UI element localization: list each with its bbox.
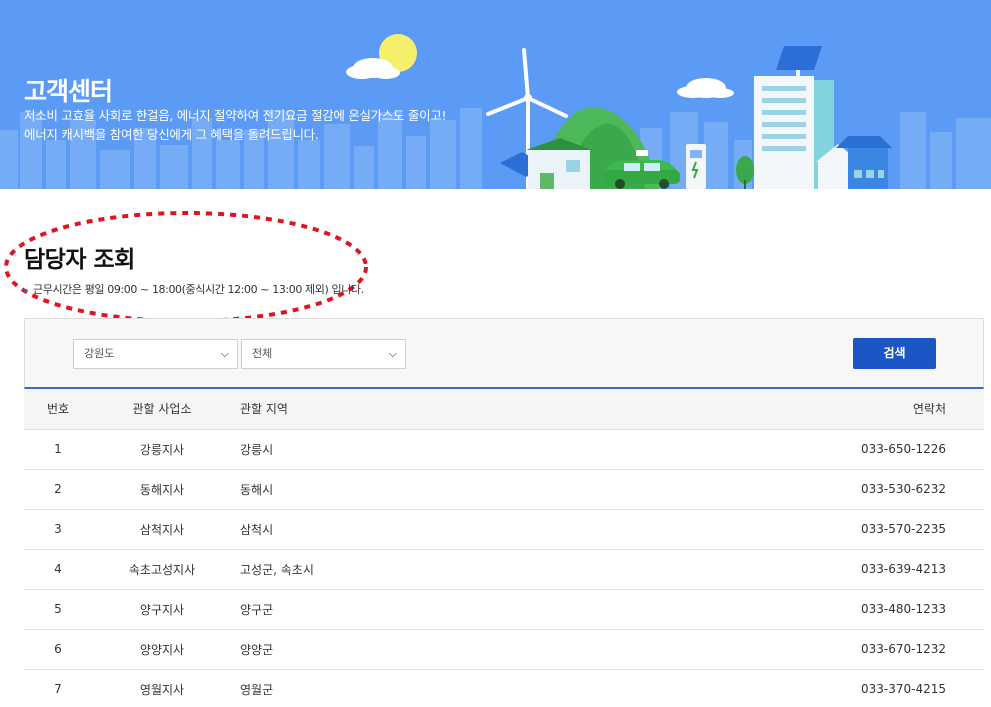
hero-banner: 고객센터 저소비 고효율 사회로 한걸음, 에너지 절약하여 전기요금 절감에 … (0, 0, 991, 189)
region-select-value: 강원도 (84, 347, 115, 360)
row-phone: 033-650-1226 (792, 429, 984, 470)
column-header-no: 번호 (24, 389, 92, 430)
page-title: 담당자 조회 (24, 247, 135, 273)
row-no: 1 (24, 429, 92, 470)
table-row: 4 속초고성지사 고성군, 속초시 033-639-4213 (24, 549, 984, 590)
row-office: 강릉지사 (92, 429, 232, 470)
table-row: 6 양양지사 양양군 033-670-1232 (24, 629, 984, 670)
column-header-phone: 연락처 (792, 389, 984, 430)
table-row: 7 영월지사 영월군 033-370-4215 (24, 669, 984, 707)
bullet-icon (24, 288, 27, 292)
row-no: 3 (24, 509, 92, 550)
city-illustration (0, 34, 991, 189)
area-select-value: 전체 (252, 347, 273, 360)
row-area: 강릉시 (232, 429, 792, 470)
row-phone: 033-370-4215 (792, 669, 984, 707)
work-hours-notice: 근무시간은 평일 09:00 ~ 18:00(중식시간 12:00 ~ 13:0… (24, 281, 364, 297)
row-no: 4 (24, 549, 92, 590)
table-header-row: 번호 관할 사업소 관할 지역 연락처 (24, 389, 984, 430)
row-phone: 033-530-6232 (792, 469, 984, 510)
column-header-office: 관할 사업소 (92, 389, 232, 430)
row-area: 동해시 (232, 469, 792, 510)
region-select[interactable]: 강원도 ⌵ (73, 339, 238, 369)
row-area: 양구군 (232, 589, 792, 630)
search-button[interactable]: 검색 (853, 338, 936, 369)
table-row: 3 삼척지사 삼척시 033-570-2235 (24, 509, 984, 550)
row-office: 삼척지사 (92, 509, 232, 550)
table-row: 2 동해지사 동해시 033-530-6232 (24, 469, 984, 510)
chevron-down-icon: ⌵ (220, 347, 229, 360)
contacts-table: 번호 관할 사업소 관할 지역 연락처 1 강릉지사 강릉시 033-650-1… (24, 389, 984, 707)
banner-description-line-2: 에너지 캐시백을 참여한 당신에게 그 혜택을 돌려드립니다. (24, 127, 319, 142)
table-row: 1 강릉지사 강릉시 033-650-1226 (24, 429, 984, 470)
row-area: 고성군, 속초시 (232, 549, 792, 590)
row-office: 속초고성지사 (92, 549, 232, 590)
row-area: 삼척시 (232, 509, 792, 550)
row-no: 7 (24, 669, 92, 707)
row-phone: 033-670-1232 (792, 629, 984, 670)
row-phone: 033-639-4213 (792, 549, 984, 590)
banner-description: 저소비 고효율 사회로 한걸음, 에너지 절약하여 전기요금 절감에 온실가스도… (24, 106, 447, 144)
table-row: 5 양구지사 양구군 033-480-1233 (24, 589, 984, 630)
row-phone: 033-480-1233 (792, 589, 984, 630)
banner-description-line-1: 저소비 고효율 사회로 한걸음, 에너지 절약하여 전기요금 절감에 온실가스도… (24, 108, 447, 123)
area-select[interactable]: 전체 ⌵ (241, 339, 406, 369)
row-phone: 033-570-2235 (792, 509, 984, 550)
row-area: 영월군 (232, 669, 792, 707)
row-no: 6 (24, 629, 92, 670)
row-office: 동해지사 (92, 469, 232, 510)
row-office: 양구지사 (92, 589, 232, 630)
banner-title: 고객센터 (24, 77, 113, 106)
row-area: 양양군 (232, 629, 792, 670)
search-panel: 강원도 ⌵ 전체 ⌵ 검색 (24, 318, 984, 389)
row-office: 양양지사 (92, 629, 232, 670)
work-hours-text: 근무시간은 평일 09:00 ~ 18:00(중식시간 12:00 ~ 13:0… (33, 283, 364, 296)
row-office: 영월지사 (92, 669, 232, 707)
row-no: 5 (24, 589, 92, 630)
row-no: 2 (24, 469, 92, 510)
column-header-area: 관할 지역 (232, 389, 792, 430)
chevron-down-icon: ⌵ (388, 347, 397, 360)
